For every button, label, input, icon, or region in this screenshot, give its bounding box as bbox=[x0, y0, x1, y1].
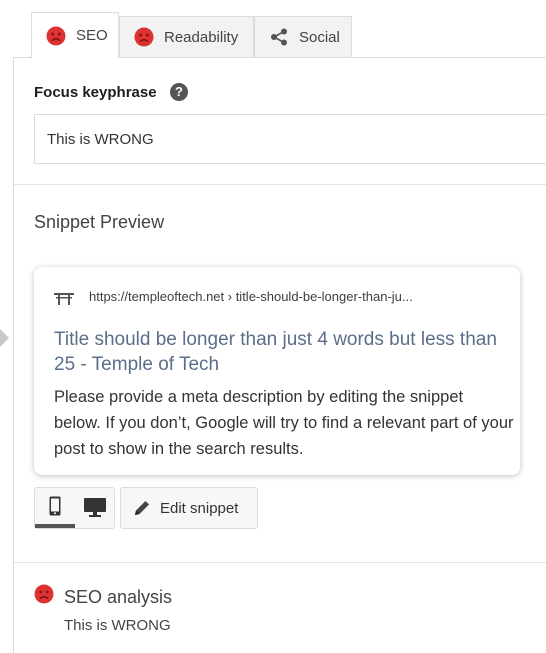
section-divider bbox=[14, 184, 546, 185]
tab-seo[interactable]: SEO bbox=[31, 12, 119, 58]
snippet-url: https://templeoftech.net › title-should-… bbox=[89, 289, 413, 304]
desktop-icon bbox=[84, 498, 106, 517]
tab-readability-label: Readability bbox=[164, 28, 239, 46]
seo-analysis-keyphrase: This is WRONG bbox=[64, 617, 171, 634]
tab-social[interactable]: Social bbox=[254, 16, 352, 57]
tab-seo-label: SEO bbox=[76, 27, 108, 44]
focus-keyphrase-input[interactable] bbox=[34, 114, 546, 164]
snippet-description: Please provide a meta description by edi… bbox=[54, 388, 514, 458]
section-divider bbox=[14, 562, 546, 563]
share-icon bbox=[271, 28, 287, 46]
collapse-arrow-icon[interactable] bbox=[0, 329, 9, 347]
tab-readability[interactable]: Readability bbox=[119, 16, 254, 57]
snippet-preview-heading: Snippet Preview bbox=[34, 212, 165, 232]
preview-mode-toggle bbox=[34, 487, 115, 529]
snippet-title[interactable]: Title should be longer than just 4 words… bbox=[54, 327, 504, 377]
sad-face-icon bbox=[34, 584, 54, 604]
metabox-tabs: SEO Readability Social bbox=[0, 0, 546, 58]
sad-face-icon bbox=[46, 26, 66, 45]
focus-keyphrase-label: Focus keyphrase bbox=[34, 84, 157, 101]
edit-snippet-button[interactable]: Edit snippet bbox=[120, 487, 258, 529]
question-mark-icon[interactable]: ? bbox=[170, 83, 188, 101]
site-favicon-icon bbox=[54, 293, 74, 305]
pencil-icon bbox=[135, 501, 149, 515]
desktop-preview-button[interactable] bbox=[75, 488, 115, 528]
sad-face-icon bbox=[134, 27, 154, 47]
edit-snippet-label: Edit snippet bbox=[160, 499, 239, 517]
snippet-preview-card: https://templeoftech.net › title-should-… bbox=[34, 267, 520, 475]
seo-panel: Focus keyphrase ? Snippet Preview https:… bbox=[0, 57, 546, 653]
mobile-preview-button[interactable] bbox=[35, 488, 75, 528]
tab-social-label: Social bbox=[299, 28, 340, 46]
seo-analysis-heading[interactable]: SEO analysis bbox=[64, 587, 172, 608]
mobile-icon bbox=[49, 496, 61, 516]
